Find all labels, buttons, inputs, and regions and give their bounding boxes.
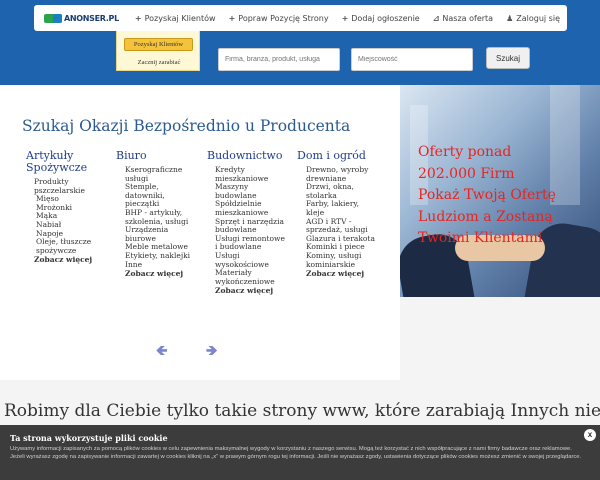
hero-line: 202.000 Firm	[418, 165, 515, 182]
hero-line: Oferty ponad	[418, 144, 512, 160]
search-button[interactable]: Szukaj	[486, 47, 530, 69]
hero-text: Oferty ponad 202.000 Firm Pokaż Twoją Of…	[418, 142, 556, 250]
tagline: Robimy dla Ciebie tylko takie strony www…	[4, 401, 600, 421]
category-item[interactable]: BHP - artykuły, szkolenia, usługi	[125, 208, 198, 226]
category-item[interactable]: Usługi remontowe i budowlane	[215, 234, 287, 252]
cookie-text: Używamy informacji zapisanych za pomocą …	[10, 446, 582, 461]
nav-item-nasza-oferta[interactable]: ⊿ Nasza oferta	[433, 14, 493, 23]
hero-line: Twoimi Klientami	[418, 230, 543, 246]
category-item[interactable]: Drzwi, okna, stolarka	[306, 182, 375, 200]
category-item[interactable]: Kominy, usługi kominiarskie	[306, 251, 375, 269]
category-item[interactable]: Kserograficzne usługi	[125, 165, 198, 183]
category-biuro: Biuro Kserograficzne usługi Stemple, dat…	[116, 150, 198, 279]
category-list: Kredyty mieszkaniowe Maszyny budowlane S…	[207, 165, 287, 295]
user-icon: ♟	[506, 13, 514, 23]
nav-item-label: Nasza oferta	[442, 13, 494, 23]
login-label: Zaloguj się	[516, 13, 560, 23]
category-budownictwo: Budownictwo Kredyty mieszkaniowe Maszyny…	[207, 150, 287, 296]
category-list: Produkty pszczelarskie Mięso Mrożonki Mą…	[26, 177, 106, 264]
see-more-link[interactable]: Zobacz więcej	[34, 255, 106, 264]
search-city-input[interactable]	[351, 48, 473, 71]
nav-item-label: Dodaj ogłoszenie	[351, 13, 420, 23]
pozyskaj-klientow-button[interactable]: Pozyskaj Klientów	[124, 38, 193, 51]
plus-icon: +	[134, 13, 142, 23]
see-more-link[interactable]: Zobacz więcej	[215, 286, 287, 295]
site-logo[interactable]: ANONSER.PL	[44, 13, 119, 23]
category-list: Drewno, wyroby drewniane Drzwi, okna, st…	[297, 165, 375, 278]
category-item[interactable]: Materiały wykończeniowe	[215, 268, 287, 286]
category-list: Kserograficzne usługi Stemple, datowniki…	[116, 165, 198, 278]
category-item[interactable]: Usługi wysokościowe	[215, 251, 287, 269]
category-item[interactable]: Kredyty mieszkaniowe	[215, 165, 287, 183]
category-item[interactable]: Farby, lakiery, kleje	[306, 200, 375, 217]
category-item[interactable]: Urządzenia biurowe	[125, 225, 198, 243]
category-item[interactable]: Spółdzielnie mieszkaniowe	[215, 200, 287, 217]
page-title: Szukaj Okazji Bezpośrednio u Producenta	[22, 117, 351, 135]
ruler-icon: ⊿	[432, 13, 440, 23]
close-icon[interactable]: x	[584, 429, 596, 441]
carousel-prev-arrow-icon[interactable]: 🡸	[156, 340, 167, 364]
category-dom-i-ogrod: Dom i ogród Drewno, wyroby drewniane Drz…	[297, 150, 375, 279]
nav-item-label: Popraw Pozycję Strony	[238, 13, 329, 23]
search-firm-input[interactable]	[218, 48, 340, 71]
category-title[interactable]: Budownictwo	[207, 150, 287, 162]
nav-item-label: Pozyskaj Klientów	[144, 13, 216, 23]
category-item[interactable]: Drewno, wyroby drewniane	[306, 165, 375, 183]
category-item[interactable]: Produkty pszczelarskie	[34, 177, 106, 195]
see-more-link[interactable]: Zobacz więcej	[306, 269, 375, 278]
nav-item-popraw-pozycje[interactable]: + Popraw Pozycję Strony	[229, 14, 329, 23]
zacznij-zarabiac-link[interactable]: Zacznij zarabiać	[117, 59, 201, 66]
category-item[interactable]: Sprzęt i narzędzia budowlane	[215, 217, 287, 235]
top-navbar: ANONSER.PL + Pozyskaj Klientów + Popraw …	[34, 5, 567, 31]
nav-item-pozyskaj-klientow[interactable]: + Pozyskaj Klientów	[134, 13, 216, 23]
category-item[interactable]: Stemple, datowniki, pieczątki	[125, 182, 198, 209]
category-artykuly-spozywcze: Artykuły Spożywcze Produkty pszczelarski…	[26, 150, 106, 265]
pozyskaj-dropdown: Pozyskaj Klientów Zacznij zarabiać	[116, 31, 200, 71]
carousel-next-arrow-icon[interactable]: 🡺	[206, 340, 217, 364]
category-item[interactable]: AGD i RTV - sprzedaż, usługi	[306, 217, 375, 235]
category-item[interactable]: Oleje, tłuszcze spożywcze	[34, 237, 106, 255]
nav-item-dodaj-ogloszenie[interactable]: + Dodaj ogłoszenie	[342, 14, 420, 23]
hero-line: Pokaż Twoją Ofertę	[418, 187, 556, 203]
category-title[interactable]: Biuro	[116, 150, 198, 162]
logo-text: ANONSER.PL	[64, 13, 119, 23]
category-title[interactable]: Dom i ogród	[297, 150, 375, 162]
category-item[interactable]: Maszyny budowlane	[215, 182, 287, 200]
category-title[interactable]: Artykuły Spożywcze	[26, 150, 106, 174]
plus-icon: +	[341, 13, 349, 23]
side-panel	[400, 297, 600, 380]
category-item[interactable]: Inne	[125, 260, 198, 270]
logo-icon	[44, 13, 62, 23]
see-more-link[interactable]: Zobacz więcej	[125, 269, 198, 278]
plus-icon: +	[228, 13, 236, 23]
cookie-banner: Ta strona wykorzystuje pliki cookie Używ…	[0, 425, 600, 480]
login-link[interactable]: ♟ Zaloguj się	[506, 14, 560, 23]
cookie-title: Ta strona wykorzystuje pliki cookie	[10, 433, 168, 443]
hero-line: Ludziom a Zostaną	[418, 208, 553, 225]
